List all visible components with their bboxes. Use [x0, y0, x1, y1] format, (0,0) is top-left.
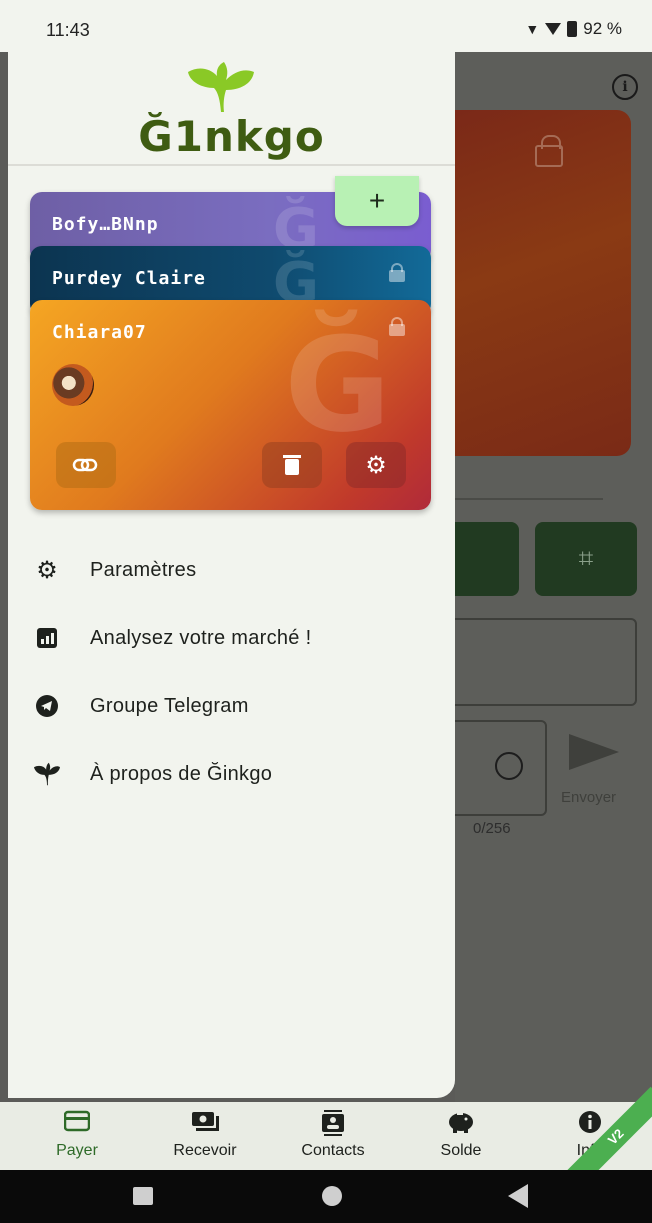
chart-icon — [34, 625, 60, 651]
menu-item-about[interactable]: À propos de Ğinkgo — [8, 740, 455, 808]
bottom-navigation: Payer Recevoir Contacts Solde Info V2 — [0, 1086, 652, 1188]
drawer-menu: ⚙ Paramètres Analysez votre marché ! Gro… — [8, 536, 455, 808]
app-logo-text: Ğ1nkgo — [138, 112, 325, 161]
status-bar: 11:43 ▼ 92 % — [0, 0, 652, 52]
info-icon: i — [612, 74, 638, 100]
recents-button[interactable] — [133, 1187, 153, 1205]
lock-icon — [535, 135, 563, 167]
wallet-card-name: Chiara07 — [52, 322, 147, 343]
menu-item-label: Groupe Telegram — [90, 694, 249, 717]
wallet-settings-button[interactable]: ⚙ — [346, 442, 406, 488]
nav-label: Recevoir — [173, 1142, 237, 1159]
home-button[interactable] — [322, 1186, 342, 1206]
back-button[interactable] — [508, 1184, 528, 1208]
trash-icon — [283, 455, 301, 475]
nav-item-contacts[interactable]: Contacts — [283, 1102, 383, 1170]
nav-label: Solde — [440, 1142, 482, 1159]
lock-icon — [389, 263, 405, 282]
delete-wallet-button[interactable] — [262, 442, 322, 488]
wallet-card-name: Bofy…BNnp — [52, 214, 159, 235]
telegram-icon — [34, 693, 60, 719]
menu-item-telegram[interactable]: Groupe Telegram — [8, 672, 455, 740]
nav-label: Contacts — [301, 1142, 365, 1159]
background-screen: i ⌗ 0/256 Envoyer — [435, 52, 652, 1102]
system-navigation-bar — [0, 1170, 652, 1223]
status-time: 11:43 — [46, 20, 90, 40]
send-icon — [569, 734, 619, 770]
wallet-card-name: Purdey Claire — [52, 268, 206, 289]
contacts-icon — [322, 1110, 344, 1136]
signal-icon — [545, 23, 562, 35]
link-icon — [72, 458, 98, 472]
info-icon — [579, 1111, 601, 1133]
nav-item-solde[interactable]: Solde — [411, 1102, 511, 1170]
wallet-cards: + Ğ Bofy…BNnp Ğ Purdey Claire Ğ Chiara07… — [30, 176, 431, 512]
qr-icon: ⌗ — [578, 543, 594, 573]
battery-level: 92 % — [583, 19, 622, 38]
navigation-drawer: Ğ1nkgo + Ğ Bofy…BNnp Ğ Purdey Claire Ğ C… — [8, 52, 455, 1098]
gear-icon: ⚙ — [36, 556, 58, 584]
avatar — [52, 364, 94, 406]
menu-item-analyse-marche[interactable]: Analysez votre marché ! — [8, 604, 455, 672]
background-field — [445, 618, 637, 706]
send-label: Envoyer — [561, 789, 617, 806]
background-button — [445, 522, 519, 596]
g1-watermark-icon: Ğ — [284, 309, 391, 461]
link-wallet-button[interactable] — [56, 442, 116, 488]
background-wallet-card — [435, 110, 631, 456]
piggy-bank-icon — [449, 1113, 473, 1133]
status-icons: ▼ 92 % — [525, 19, 622, 39]
menu-item-label: À propos de Ğinkgo — [90, 762, 273, 785]
nav-label: Payer — [56, 1142, 98, 1159]
emoji-icon — [495, 752, 523, 780]
drawer-header: Ğ1nkgo — [8, 52, 455, 166]
menu-item-parametres[interactable]: ⚙ Paramètres — [8, 536, 455, 604]
nav-item-payer[interactable]: Payer — [27, 1102, 127, 1170]
wifi-icon: ▼ — [525, 21, 540, 37]
nav-item-recevoir[interactable]: Recevoir — [155, 1102, 255, 1170]
ginkgo-leaf-logo-icon — [188, 62, 254, 112]
divider — [455, 498, 603, 500]
lock-icon — [389, 317, 405, 336]
card-icon — [64, 1110, 90, 1132]
char-counter: 0/256 — [473, 820, 511, 837]
add-wallet-button[interactable]: + — [335, 176, 419, 226]
ginkgo-leaf-icon — [34, 761, 60, 787]
gear-icon: ⚙ — [365, 451, 387, 479]
cash-icon — [192, 1112, 219, 1131]
wallet-card-3[interactable]: Ğ Chiara07 ⚙ — [30, 300, 431, 510]
qr-scan-button: ⌗ — [535, 522, 637, 596]
menu-item-label: Paramètres — [90, 558, 197, 581]
battery-icon — [567, 21, 578, 37]
menu-item-label: Analysez votre marché ! — [90, 626, 312, 649]
